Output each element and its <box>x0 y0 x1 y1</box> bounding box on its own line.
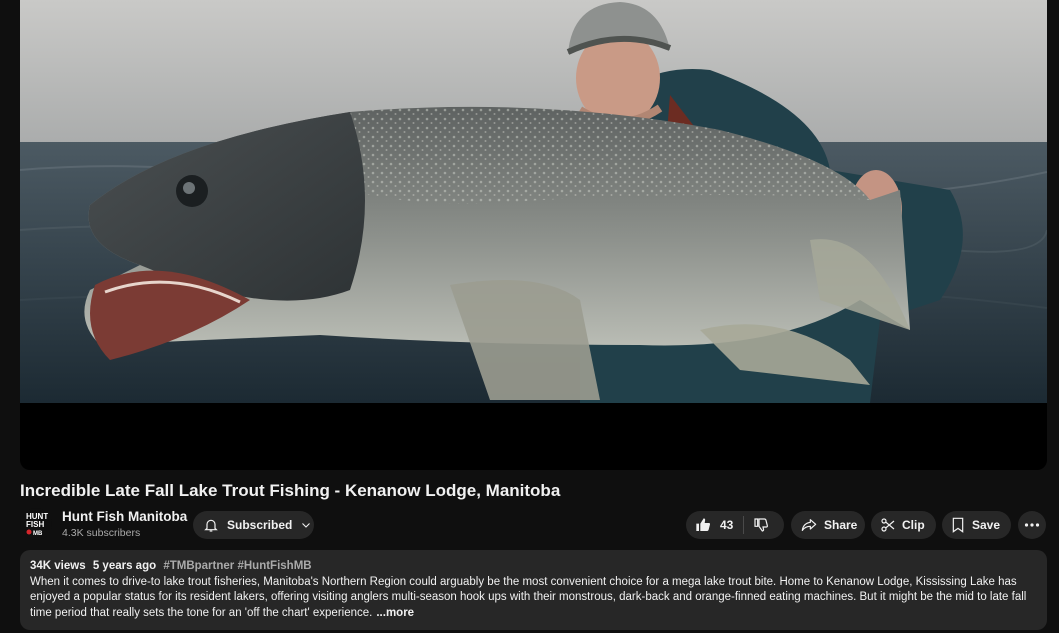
video-player[interactable] <box>20 0 1047 470</box>
description-text: When it comes to drive-to lake trout fis… <box>30 575 1040 622</box>
channel-avatar[interactable]: HUNT FISH MB <box>20 508 52 540</box>
thumbs-down-icon <box>753 517 769 533</box>
subscriber-count: 4.3K subscribers <box>62 527 141 539</box>
view-count: 34K views <box>30 560 86 572</box>
save-label: Save <box>972 518 1001 532</box>
more-horizontal-icon <box>1024 522 1040 528</box>
bell-icon <box>203 517 219 533</box>
scissors-icon <box>880 517 896 533</box>
like-count: 43 <box>720 518 734 532</box>
dislike-button[interactable] <box>744 511 769 539</box>
show-more-link[interactable]: ...more <box>376 607 414 619</box>
upload-age: 5 years ago <box>92 560 157 572</box>
like-dislike-group: 43 <box>686 511 784 539</box>
thumbs-up-icon <box>695 517 711 533</box>
channel-logo-icon: HUNT FISH MB <box>26 512 48 537</box>
watch-page: Incredible Late Fall Lake Trout Fishing … <box>0 0 1059 633</box>
channel-name[interactable]: Hunt Fish Manitoba <box>62 509 187 524</box>
save-button[interactable]: Save <box>942 511 1011 539</box>
description-box[interactable]: 34K views 5 years ago #TMBpartner #HuntF… <box>20 550 1047 630</box>
more-actions-button[interactable] <box>1018 511 1046 539</box>
share-button[interactable]: Share <box>791 511 865 539</box>
clip-label: Clip <box>902 518 925 532</box>
description-body: When it comes to drive-to lake trout fis… <box>30 575 1027 619</box>
clip-button[interactable]: Clip <box>871 511 936 539</box>
video-frame[interactable] <box>20 0 1047 403</box>
chevron-down-icon <box>300 519 312 531</box>
hashtag-link[interactable]: #HuntFishMB <box>237 560 311 572</box>
description-meta: 34K views 5 years ago #TMBpartner #HuntF… <box>30 559 1037 575</box>
logo-line-3: MB <box>33 531 43 537</box>
logo-line-2: FISH <box>26 520 44 529</box>
subscribed-button[interactable]: Subscribed <box>193 511 314 539</box>
hashtag-link[interactable]: #TMBpartner <box>163 560 234 572</box>
bookmark-icon <box>951 517 965 533</box>
subscribed-label: Subscribed <box>227 518 293 532</box>
share-label: Share <box>824 518 858 532</box>
video-title: Incredible Late Fall Lake Trout Fishing … <box>20 481 561 500</box>
like-button[interactable]: 43 <box>686 511 733 539</box>
share-icon <box>800 517 818 533</box>
